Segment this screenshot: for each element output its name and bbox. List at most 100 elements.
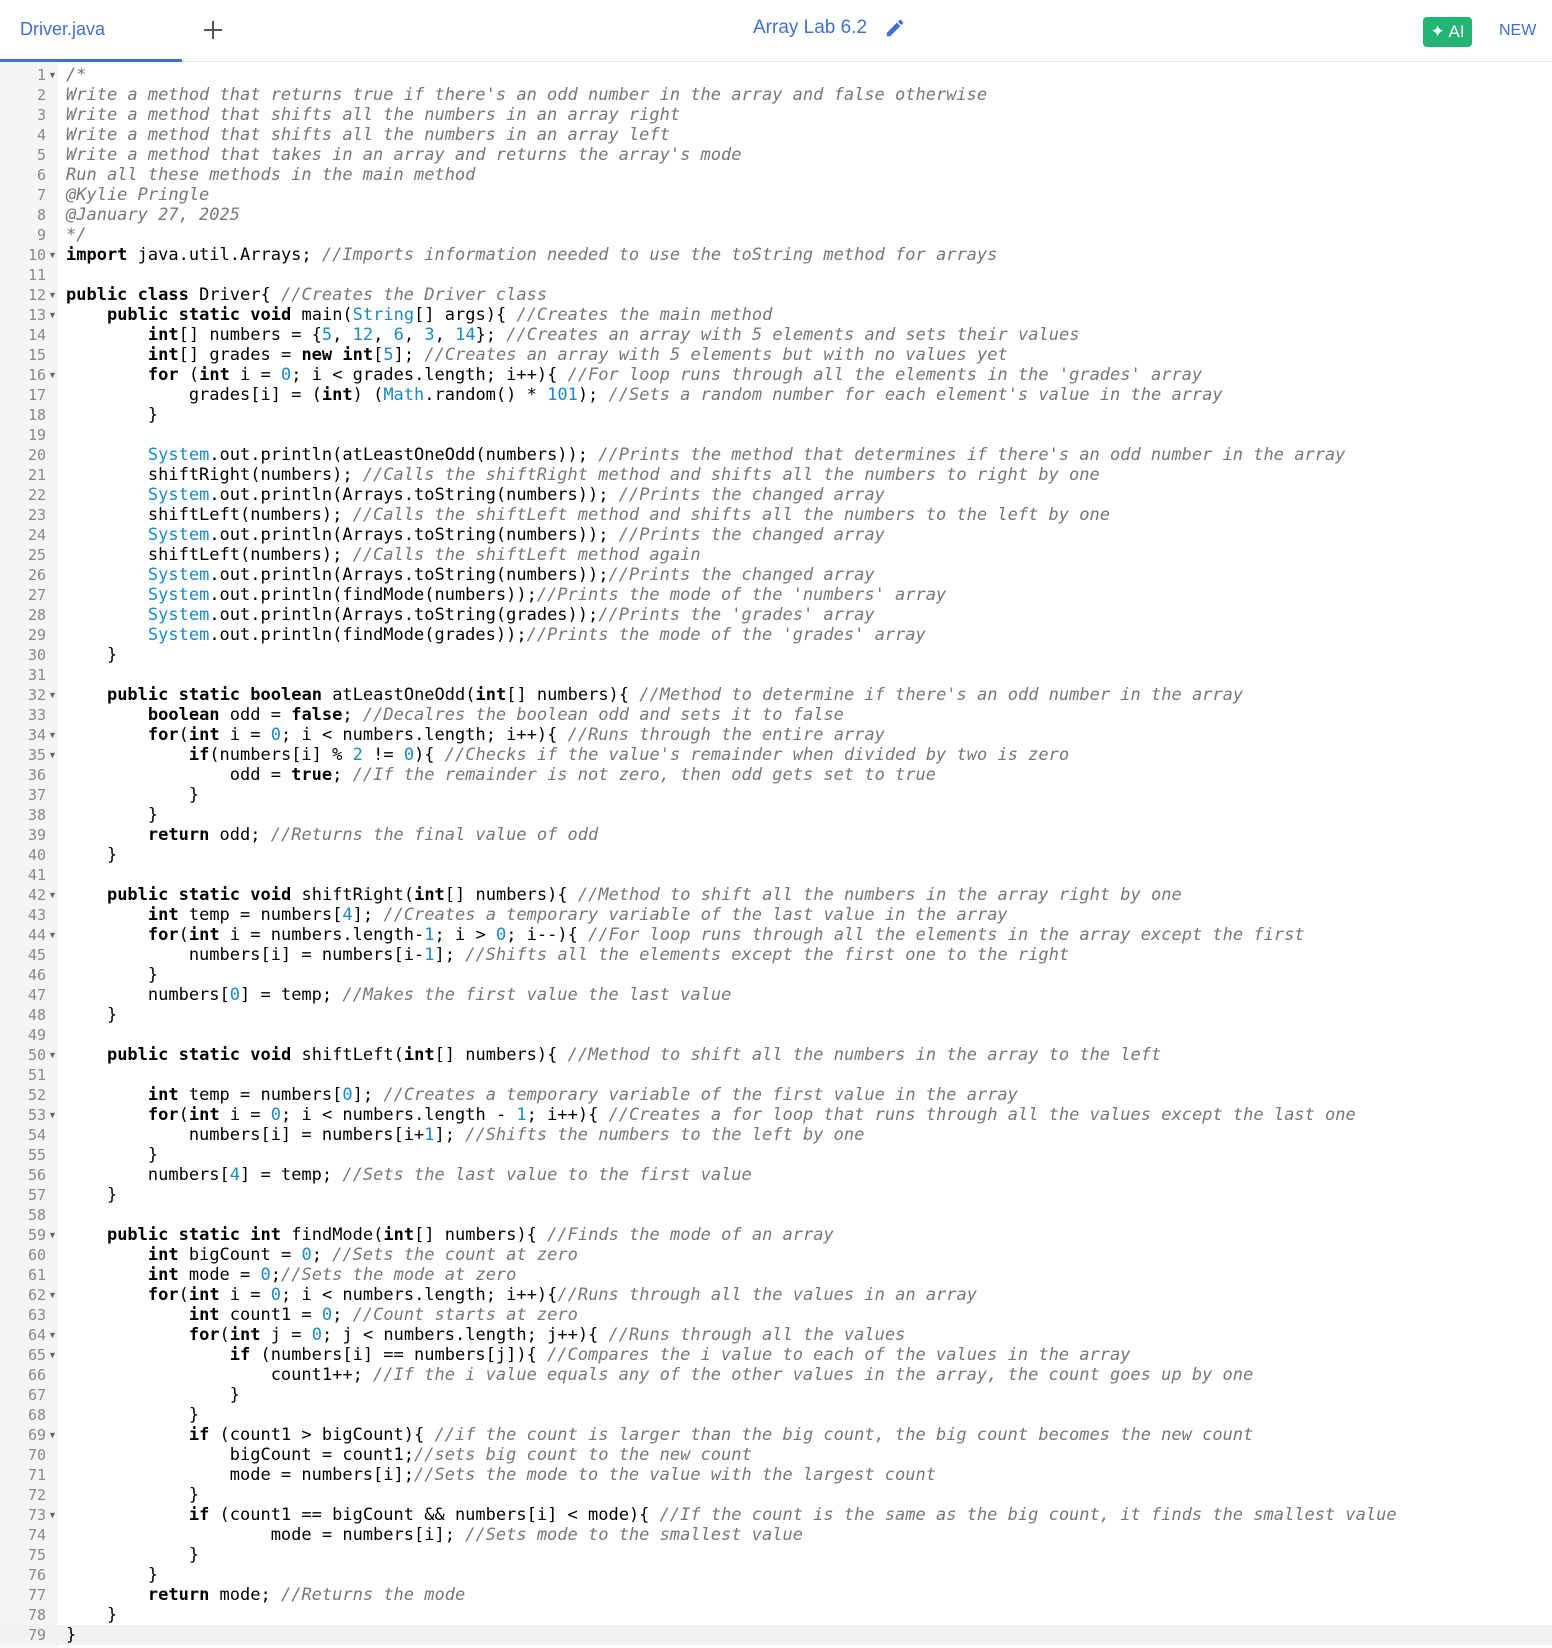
code-line[interactable]: 5 Write a method that takes in an array a… <box>0 145 1552 165</box>
code-line[interactable]: 3 Write a method that shifts all the numb… <box>0 105 1552 125</box>
code-line[interactable]: 48 } <box>0 1005 1552 1025</box>
code-line[interactable]: 43 int temp = numbers[4]; //Creates a te… <box>0 905 1552 925</box>
tab-driver-java[interactable]: Driver.java <box>0 0 182 62</box>
code-line[interactable]: 50 ▼ public static void shiftLeft(int[] n… <box>0 1045 1552 1065</box>
code-line[interactable]: 18 } <box>0 405 1552 425</box>
code-line[interactable]: 60 int bigCount = 0; //Sets the count at… <box>0 1245 1552 1265</box>
code-line[interactable]: 71 mode = numbers[i];//Sets the mode to … <box>0 1465 1552 1485</box>
code-line[interactable]: 37 } <box>0 785 1552 805</box>
fold-arrow-icon[interactable]: ▼ <box>48 885 57 905</box>
code-line[interactable]: 61 int mode = 0;//Sets the mode at zero <box>0 1265 1552 1285</box>
code-line[interactable]: 63 int count1 = 0; //Count starts at zer… <box>0 1305 1552 1325</box>
code-line[interactable]: 11 <box>0 265 1552 285</box>
fold-arrow-icon[interactable]: ▼ <box>48 745 57 765</box>
code-line[interactable]: 78 } <box>0 1605 1552 1625</box>
code-line[interactable]: 14 int[] numbers = {5, 12, 6, 3, 14}; //… <box>0 325 1552 345</box>
pencil-icon[interactable] <box>884 17 906 39</box>
code-line[interactable]: 38 } <box>0 805 1552 825</box>
code-line[interactable]: 68 } <box>0 1405 1552 1425</box>
fold-arrow-icon[interactable]: ▼ <box>48 725 57 745</box>
code-line[interactable]: 77 return mode; //Returns the mode <box>0 1585 1552 1605</box>
code-line[interactable]: 33 boolean odd = false; //Decalres the b… <box>0 705 1552 725</box>
code-line[interactable]: 41 <box>0 865 1552 885</box>
code-line[interactable]: 76 } <box>0 1565 1552 1585</box>
fold-arrow-icon[interactable]: ▼ <box>48 1225 57 1245</box>
fold-arrow-icon[interactable]: ▼ <box>48 1105 57 1125</box>
code-line[interactable]: 58 <box>0 1205 1552 1225</box>
fold-arrow-icon[interactable]: ▼ <box>48 245 57 265</box>
code-line[interactable]: 54 numbers[i] = numbers[i+1]; //Shifts t… <box>0 1125 1552 1145</box>
code-line[interactable]: 39 return odd; //Returns the final value… <box>0 825 1552 845</box>
fold-arrow-icon[interactable]: ▼ <box>48 1325 57 1345</box>
code-line[interactable]: 25 shiftLeft(numbers); //Calls the shift… <box>0 545 1552 565</box>
code-line[interactable]: 32 ▼ public static boolean atLeastOneOdd(… <box>0 685 1552 705</box>
code-line[interactable]: 55 } <box>0 1145 1552 1165</box>
code-line[interactable]: 49 <box>0 1025 1552 1045</box>
code-line[interactable]: 51 <box>0 1065 1552 1085</box>
code-line[interactable]: 29 System.out.println(findMode(grades));… <box>0 625 1552 645</box>
code-line[interactable]: 56 numbers[4] = temp; //Sets the last va… <box>0 1165 1552 1185</box>
code-line[interactable]: 40 } <box>0 845 1552 865</box>
project-title-area[interactable]: Array Lab 6.2 <box>753 17 906 45</box>
fold-arrow-icon[interactable]: ▼ <box>48 1425 57 1445</box>
code-editor[interactable]: 1 ▼/* 2 Write a method that returns true if… <box>0 62 1552 1648</box>
code-line[interactable]: 53 ▼ for(int i = 0; i < numbers.length - … <box>0 1105 1552 1125</box>
code-line[interactable]: 75 } <box>0 1545 1552 1565</box>
fold-arrow-icon[interactable]: ▼ <box>48 1285 57 1305</box>
code-line[interactable]: 2 Write a method that returns true if the… <box>0 85 1552 105</box>
fold-arrow-icon[interactable]: ▼ <box>48 65 57 85</box>
code-line[interactable]: 65 ▼ if (numbers[i] == numbers[j]){ //Com… <box>0 1345 1552 1365</box>
fold-arrow-icon[interactable]: ▼ <box>48 285 57 305</box>
code-line[interactable]: 52 int temp = numbers[0]; //Creates a te… <box>0 1085 1552 1105</box>
code-line[interactable]: 13 ▼ public static void main(String[] arg… <box>0 305 1552 325</box>
fold-arrow-icon[interactable]: ▼ <box>48 305 57 325</box>
code-line[interactable]: 7 @Kylie Pringle <box>0 185 1552 205</box>
code-line[interactable]: 67 } <box>0 1385 1552 1405</box>
code-line[interactable]: 27 System.out.println(findMode(numbers))… <box>0 585 1552 605</box>
fold-arrow-icon[interactable]: ▼ <box>48 1345 57 1365</box>
fold-arrow-icon[interactable]: ▼ <box>48 685 57 705</box>
code-line[interactable]: 79} <box>0 1625 1552 1645</box>
code-line[interactable]: 23 shiftLeft(numbers); //Calls the shift… <box>0 505 1552 525</box>
code-line[interactable]: 26 System.out.println(Arrays.toString(nu… <box>0 565 1552 585</box>
code-line[interactable]: 15 int[] grades = new int[5]; //Creates … <box>0 345 1552 365</box>
code-line[interactable]: 35 ▼ if(numbers[i] % 2 != 0){ //Checks if… <box>0 745 1552 765</box>
code-line[interactable]: 47 numbers[0] = temp; //Makes the first … <box>0 985 1552 1005</box>
code-line[interactable]: 62 ▼ for(int i = 0; i < numbers.length; i… <box>0 1285 1552 1305</box>
ai-button[interactable]: ✦ AI <box>1423 17 1472 47</box>
code-line[interactable]: 19 <box>0 425 1552 445</box>
code-line[interactable]: 66 count1++; //If the i value equals any… <box>0 1365 1552 1385</box>
code-line[interactable]: 31 <box>0 665 1552 685</box>
fold-arrow-icon[interactable]: ▼ <box>48 1505 57 1525</box>
fold-arrow-icon[interactable]: ▼ <box>48 1045 57 1065</box>
code-line[interactable]: 30 } <box>0 645 1552 665</box>
new-button[interactable]: NEW <box>1499 22 1536 40</box>
code-line[interactable]: 42 ▼ public static void shiftRight(int[] … <box>0 885 1552 905</box>
project-title[interactable]: Array Lab 6.2 <box>753 17 867 39</box>
code-line[interactable]: 17 grades[i] = (int) (Math.random() * 10… <box>0 385 1552 405</box>
code-line[interactable]: 6 Run all these methods in the main metho… <box>0 165 1552 185</box>
code-line[interactable]: 69 ▼ if (count1 > bigCount){ //if the cou… <box>0 1425 1552 1445</box>
code-line[interactable]: 1 ▼ /* <box>0 65 1552 85</box>
code-line[interactable]: 20 System.out.println(atLeastOneOdd(numb… <box>0 445 1552 465</box>
code-line[interactable]: 46 } <box>0 965 1552 985</box>
code-line[interactable]: 70 bigCount = count1;//sets big count to… <box>0 1445 1552 1465</box>
code-line[interactable]: 34 ▼ for(int i = 0; i < numbers.length; i… <box>0 725 1552 745</box>
code-line[interactable]: 16 ▼ for (int i = 0; i < grades.length; i… <box>0 365 1552 385</box>
add-tab-icon[interactable] <box>197 14 229 46</box>
code-line[interactable]: 4 Write a method that shifts all the numb… <box>0 125 1552 145</box>
code-line[interactable]: 64 ▼ for(int j = 0; j < numbers.length; j… <box>0 1325 1552 1345</box>
code-line[interactable]: 24 System.out.println(Arrays.toString(nu… <box>0 525 1552 545</box>
code-line[interactable]: 72 } <box>0 1485 1552 1505</box>
code-line[interactable]: 9 */ <box>0 225 1552 245</box>
code-line[interactable]: 12 ▼ public class Driver{ //Creates the Dr… <box>0 285 1552 305</box>
code-line[interactable]: 28 System.out.println(Arrays.toString(gr… <box>0 605 1552 625</box>
code-line[interactable]: 45 numbers[i] = numbers[i-1]; //Shifts a… <box>0 945 1552 965</box>
code-line[interactable]: 57 } <box>0 1185 1552 1205</box>
code-line[interactable]: 59 ▼ public static int findMode(int[] num… <box>0 1225 1552 1245</box>
code-line[interactable]: 73 ▼ if (count1 == bigCount && numbers[i]… <box>0 1505 1552 1525</box>
code-line[interactable]: 10 ▼ import java.util.Arrays; //Imports in… <box>0 245 1552 265</box>
fold-arrow-icon[interactable]: ▼ <box>48 365 57 385</box>
code-line[interactable]: 74 mode = numbers[i]; //Sets mode to the… <box>0 1525 1552 1545</box>
code-line[interactable]: 21 shiftRight(numbers); //Calls the shif… <box>0 465 1552 485</box>
